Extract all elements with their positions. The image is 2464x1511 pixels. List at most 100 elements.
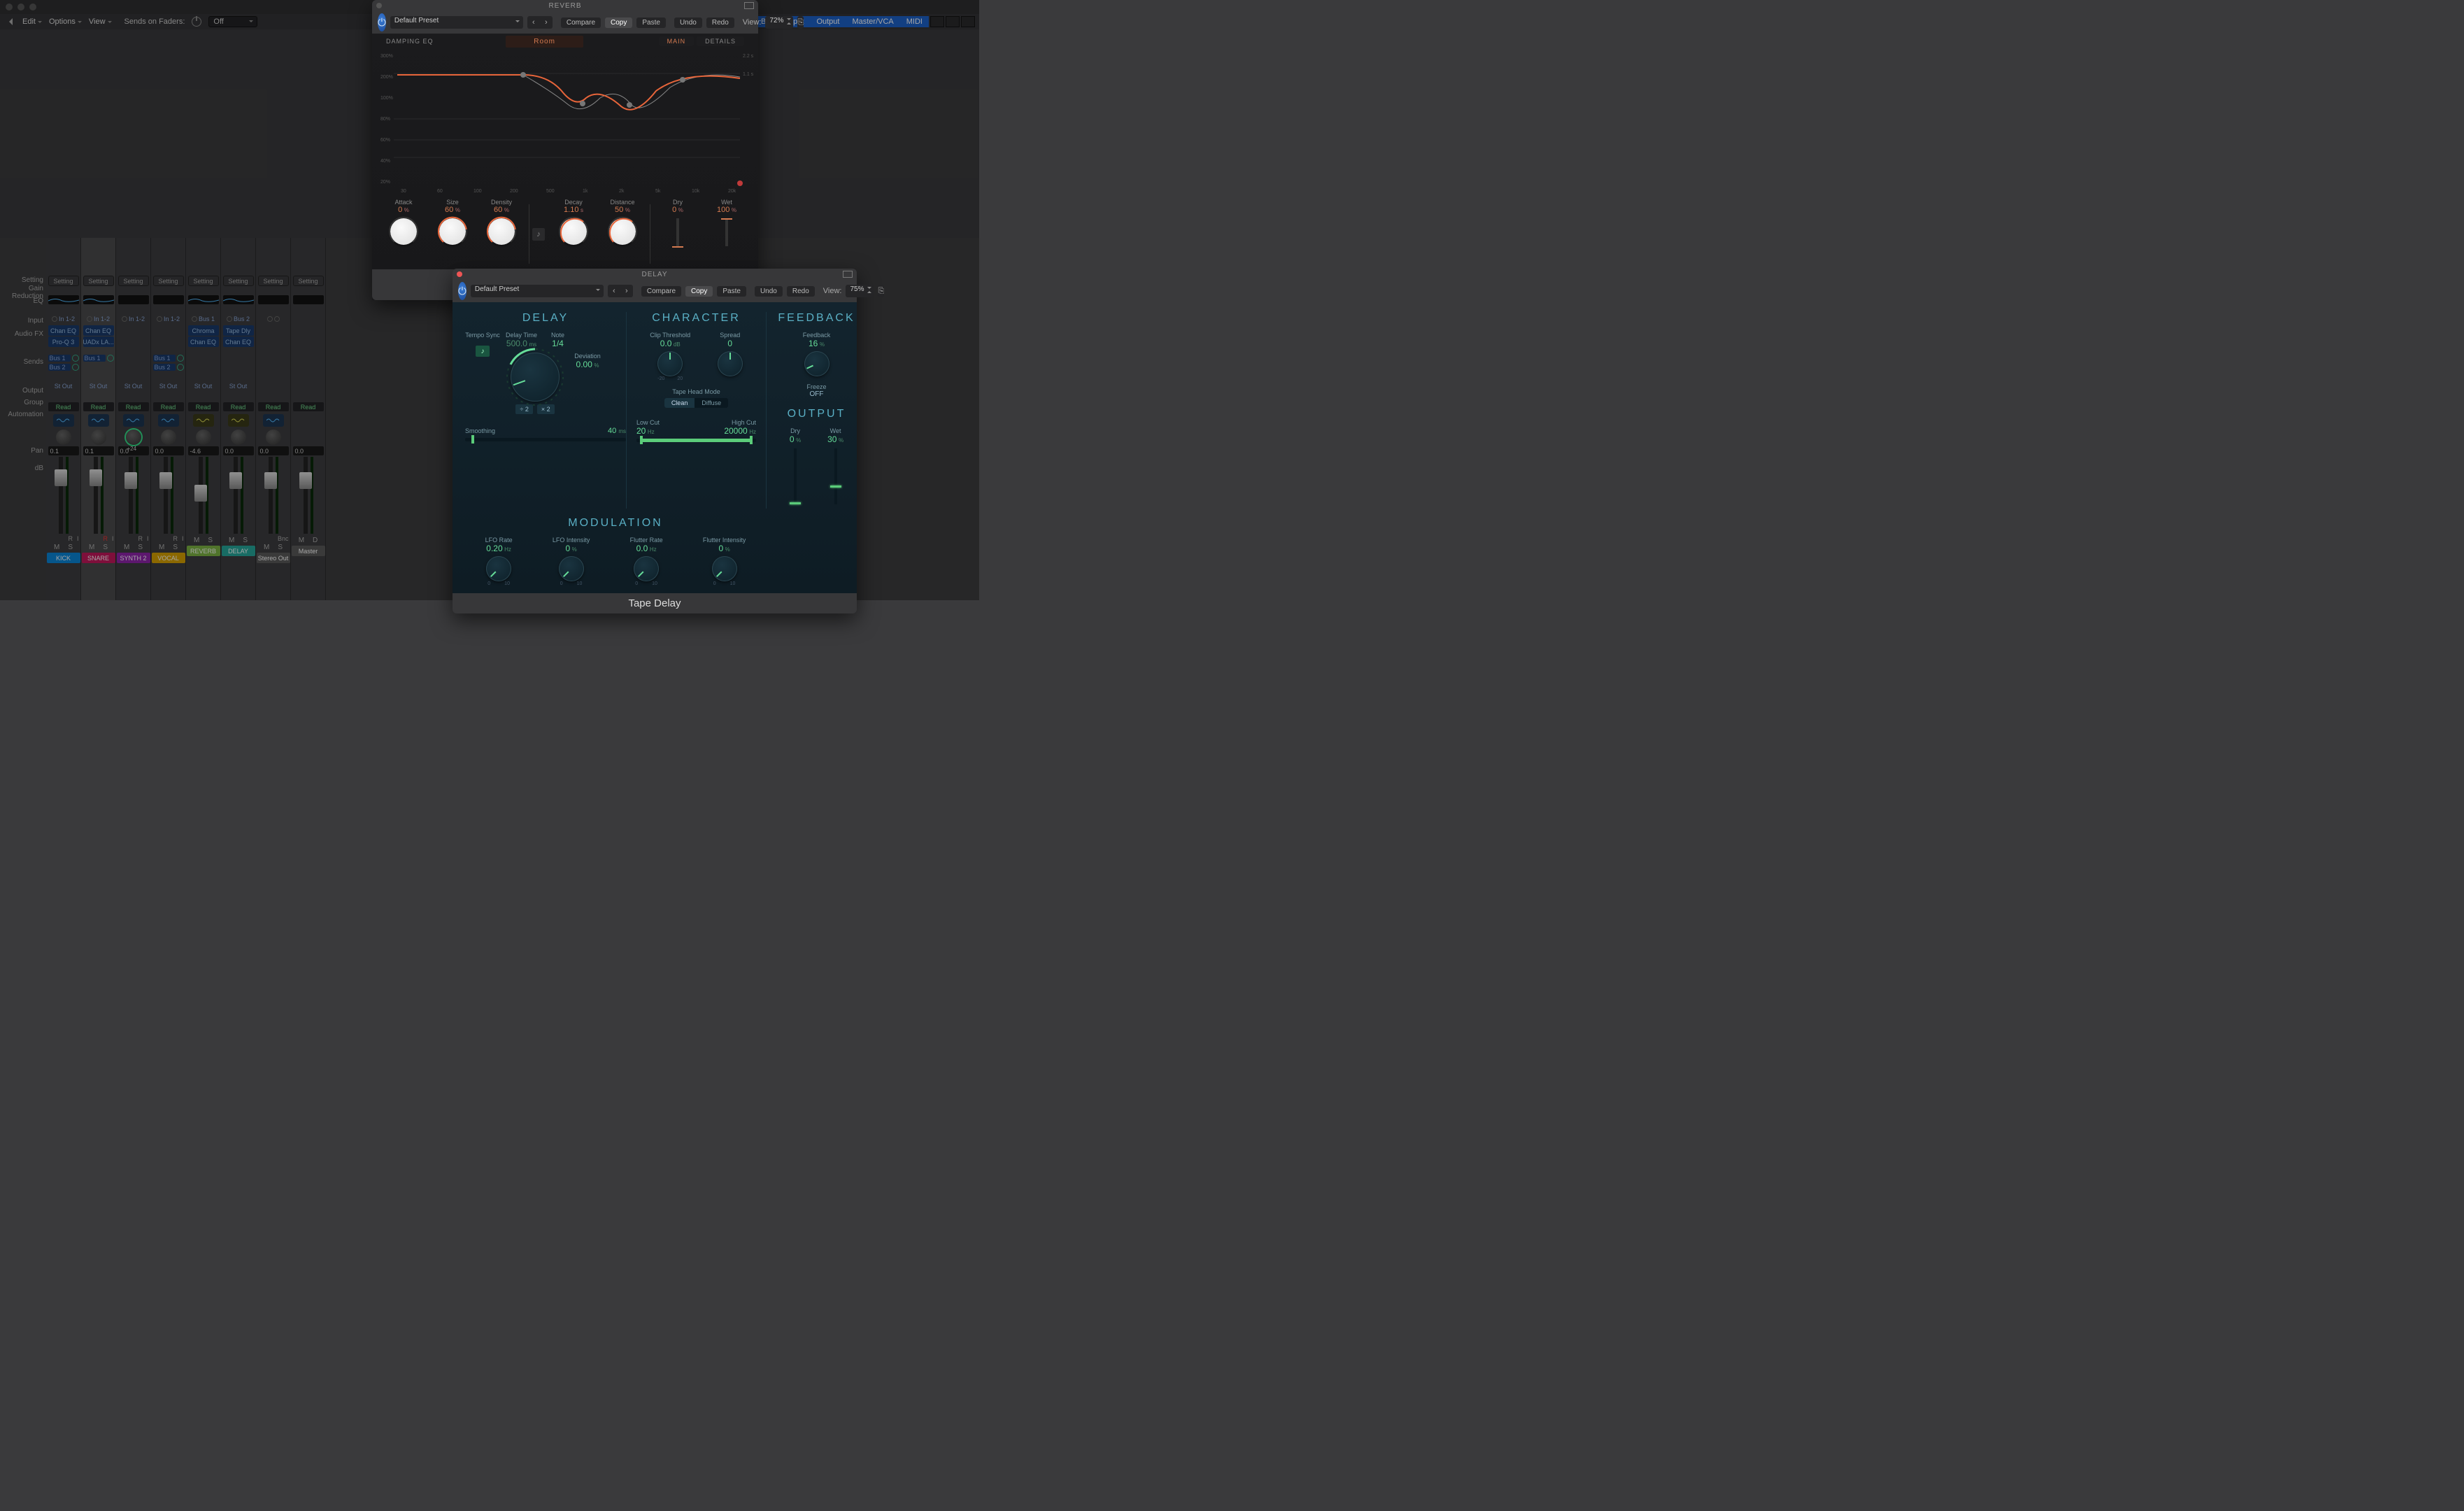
fader[interactable] — [188, 457, 219, 534]
setting-button[interactable]: Setting — [83, 276, 114, 286]
smoothing-value[interactable]: 40 — [608, 427, 616, 435]
delay-titlebar[interactable]: DELAY — [453, 269, 857, 280]
param-value[interactable]: 0 — [565, 544, 570, 553]
attack-knob[interactable] — [390, 218, 417, 245]
dry-slider[interactable] — [676, 218, 679, 246]
db-readout[interactable]: 0.0 — [293, 446, 324, 455]
deviation-value[interactable]: 0.00 — [576, 360, 592, 369]
fader[interactable] — [118, 457, 149, 534]
insert-icon[interactable] — [158, 414, 179, 427]
channel-strip[interactable]: Setting In 1-2St OutRead+240.0RIMSSYNTH … — [116, 238, 151, 600]
filter-range-slider[interactable] — [636, 439, 756, 442]
db-readout[interactable]: 0.1 — [83, 446, 114, 455]
param-value[interactable]: 0 — [672, 206, 676, 214]
channel-strip[interactable]: SettingRead0.0BncMSStereo Out — [256, 238, 291, 600]
dry-value[interactable]: 0 — [790, 434, 795, 444]
chevron-left-icon[interactable]: ‹ — [608, 285, 620, 297]
param-value[interactable]: 0 — [398, 206, 402, 214]
param-value[interactable]: 60 — [494, 206, 502, 214]
reverb-tab-main[interactable]: MAIN — [659, 36, 695, 46]
size-knob[interactable] — [439, 218, 466, 245]
reverb-eq-graph[interactable]: 300%200%100%80%60%40%20% 2.2 s1.1 s 3060… — [376, 49, 754, 196]
delay-undo-button[interactable]: Undo — [755, 286, 783, 297]
mute-solo-row[interactable]: MS — [188, 537, 219, 544]
automation-mode[interactable]: Read — [153, 402, 184, 411]
output-slot[interactable]: St Out — [118, 381, 149, 390]
output-slot[interactable]: St Out — [153, 381, 184, 390]
view-mode-2-icon[interactable] — [946, 16, 960, 27]
db-readout[interactable]: 0.0 — [153, 446, 184, 455]
fx-slot[interactable]: Chan EQ — [48, 325, 79, 336]
eq-thumbnail[interactable] — [83, 295, 114, 304]
channel-name[interactable]: DELAY — [222, 546, 255, 556]
send-slot[interactable]: Bus 2 — [153, 362, 184, 371]
rec-input-row[interactable]: RI — [48, 535, 79, 542]
insert-icon[interactable] — [263, 414, 284, 427]
param-value[interactable]: 50 — [615, 206, 623, 214]
channel-name[interactable]: Stereo Out — [257, 553, 290, 563]
reverb-compare-button[interactable]: Compare — [561, 17, 601, 28]
rec-input-row[interactable]: RI — [153, 535, 184, 542]
clip-knob[interactable] — [657, 351, 683, 376]
reverb-undo-button[interactable]: Undo — [674, 17, 702, 28]
tempo-sync-button[interactable]: ♪ — [476, 346, 490, 357]
setting-button[interactable]: Setting — [48, 276, 79, 286]
wet-slider[interactable] — [834, 448, 837, 504]
rec-input-row[interactable]: Bnc — [258, 535, 289, 542]
channel-strip[interactable]: Setting In 1-2Chan EQUADx LA...Bus 1St O… — [81, 238, 116, 600]
output-slot[interactable]: St Out — [48, 381, 79, 390]
lowcut-value[interactable]: 20 — [636, 426, 646, 436]
fx-slot[interactable]: UADx LA... — [83, 336, 114, 347]
delay-time-knob[interactable] — [511, 353, 560, 402]
channel-name[interactable]: KICK — [47, 553, 80, 563]
mute-solo-row[interactable]: MS — [223, 537, 254, 544]
output-slot[interactable] — [293, 381, 324, 390]
setting-button[interactable]: Setting — [293, 276, 324, 286]
channel-name[interactable]: REVERB — [187, 546, 220, 556]
fx-slot[interactable]: Chan EQ — [188, 336, 219, 347]
view-mode-3-icon[interactable] — [961, 16, 975, 27]
pan-knob[interactable] — [266, 430, 281, 445]
filter-output[interactable]: Output — [810, 16, 846, 27]
reverb-link-icon[interactable]: ⎘ — [797, 16, 804, 29]
setting-button[interactable]: Setting — [118, 276, 149, 286]
send-slot[interactable]: Bus 1 — [153, 353, 184, 362]
note-sync-icon[interactable]: ♪ — [532, 228, 545, 241]
mute-solo-row[interactable]: MS — [118, 544, 149, 551]
reverb-zoom-select[interactable]: 72% — [765, 16, 793, 29]
pan-knob[interactable] — [231, 430, 246, 445]
pan-knob[interactable] — [196, 430, 211, 445]
view-mode-1-icon[interactable] — [930, 16, 944, 27]
feedback-knob[interactable] — [804, 351, 829, 376]
delay-zoom-select[interactable]: 75% — [846, 285, 874, 297]
fader[interactable] — [293, 457, 324, 534]
param-value[interactable]: 60 — [445, 206, 453, 214]
chevron-right-icon[interactable]: › — [620, 285, 633, 297]
input-slot[interactable]: In 1-2 — [48, 314, 79, 323]
input-slot[interactable]: Bus 1 — [188, 314, 219, 323]
eq-thumbnail[interactable] — [118, 295, 149, 304]
delay-copy-button[interactable]: Copy — [685, 286, 713, 297]
menu-edit[interactable]: Edit — [22, 17, 42, 26]
input-slot[interactable] — [293, 314, 324, 323]
reverb-tab-room[interactable]: Room — [506, 36, 583, 48]
setting-button[interactable]: Setting — [258, 276, 289, 286]
delay-power-icon[interactable] — [458, 282, 467, 300]
pan-knob[interactable] — [161, 430, 176, 445]
insert-icon[interactable] — [193, 414, 214, 427]
wet-value[interactable]: 30 — [827, 434, 836, 444]
channel-name[interactable]: VOCAL — [152, 553, 185, 563]
fx-slot[interactable]: Chroma — [188, 325, 219, 336]
spread-value[interactable]: 0 — [727, 339, 732, 348]
reverb-preset-select[interactable]: Default Preset — [390, 16, 523, 29]
output-slot[interactable]: St Out — [223, 381, 254, 390]
eq-thumbnail[interactable] — [188, 295, 219, 304]
clip-value[interactable]: 0.0 — [660, 339, 672, 348]
filter-master[interactable]: Master/VCA — [846, 16, 899, 27]
feedback-value[interactable]: 16 — [809, 339, 818, 348]
reverb-preset-nav[interactable]: ‹› — [527, 16, 553, 29]
fx-slot[interactable]: Pro-Q 3 — [48, 336, 79, 347]
setting-button[interactable]: Setting — [153, 276, 184, 286]
pan-knob[interactable]: +24 — [126, 430, 141, 445]
lfo_int-knob[interactable] — [559, 556, 584, 581]
